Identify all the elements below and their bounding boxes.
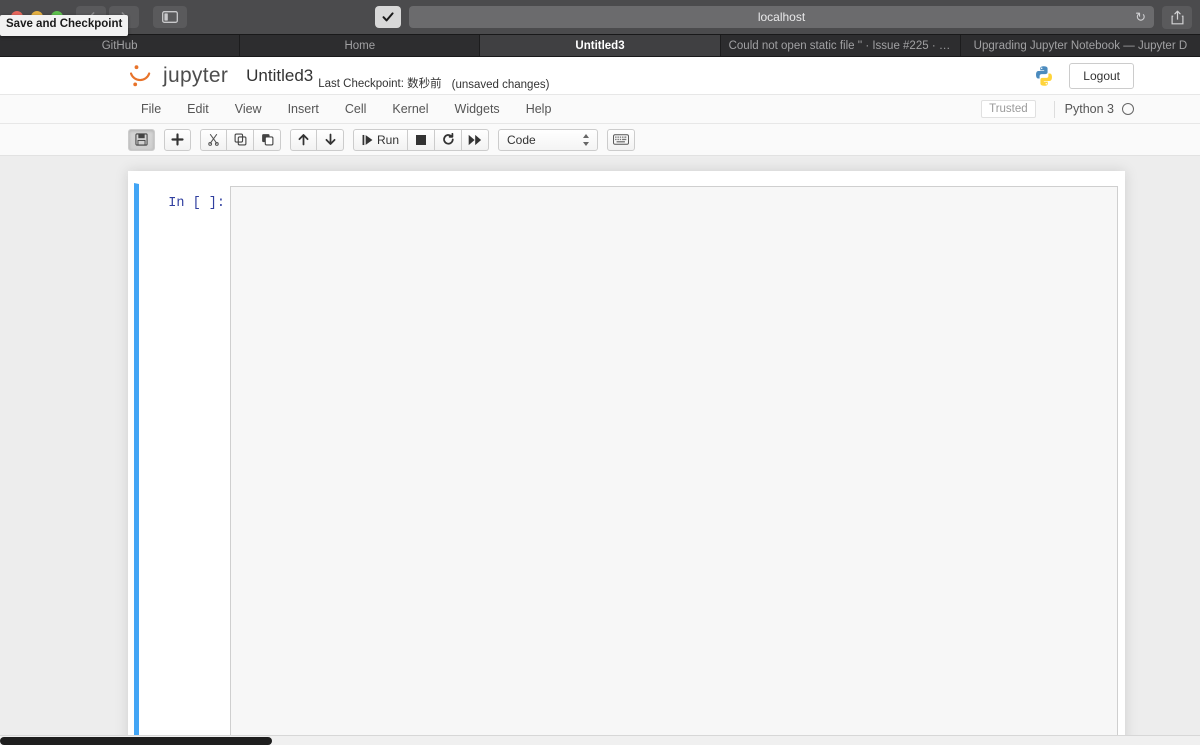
notebook-cell[interactable]: In [ ]: [134, 183, 1119, 744]
toolbar-group-save [128, 128, 155, 151]
paste-icon [261, 134, 273, 146]
fast-forward-icon [468, 134, 482, 145]
move-cell-up-button[interactable] [290, 128, 317, 151]
python-logo-icon [1036, 65, 1053, 86]
notebook-body: In [ ]: [0, 156, 1200, 745]
paste-cell-button[interactable] [254, 128, 281, 151]
menu-item-kernel[interactable]: Kernel [379, 95, 441, 124]
copy-icon [234, 133, 246, 146]
browser-toolbar: localhost ↻ Save and Checkpoint [0, 0, 1200, 36]
copy-cell-button[interactable] [227, 128, 254, 151]
restart-and-run-all-button[interactable] [462, 128, 490, 151]
arrow-up-icon [298, 134, 309, 146]
command-palette-button[interactable] [607, 128, 636, 151]
notebook-header: jupyter Untitled3 Last Checkpoint: 数秒前 (… [0, 57, 1200, 95]
cut-cell-button[interactable] [200, 128, 227, 151]
interrupt-kernel-button[interactable] [408, 128, 436, 151]
menu-item-view[interactable]: View [222, 95, 275, 124]
chevron-updown-icon [582, 133, 590, 147]
cell-type-select[interactable]: Code [498, 128, 599, 151]
browser-tab-home[interactable]: Home [240, 35, 481, 56]
modified-status-label: (unsaved changes) [451, 79, 550, 91]
save-and-checkpoint-tooltip: Save and Checkpoint [0, 15, 129, 36]
jupyter-logo-icon [129, 64, 151, 86]
tab-label: Upgrading Jupyter Notebook — Jupyter D [973, 39, 1188, 52]
tab-label: GitHub [101, 39, 138, 52]
reader-checkbox-icon [382, 12, 394, 22]
cell-type-value: Code [507, 132, 536, 147]
toolbar-group-command-palette [607, 128, 636, 151]
insert-cell-below-button[interactable] [164, 128, 191, 151]
run-button-label: Run [377, 132, 400, 147]
horizontal-scrollbar[interactable] [0, 735, 1200, 745]
toolbar-group-run: Run [353, 128, 490, 151]
cell-code-input[interactable] [230, 186, 1118, 741]
browser-tab-bar[interactable]: GitHub Home Untitled3 Could not open sta… [0, 34, 1200, 57]
move-cell-down-button[interactable] [317, 128, 344, 151]
toolbar-group-move [290, 128, 344, 151]
browser-chrome: localhost ↻ Save and Checkpoint GitHub H… [0, 0, 1200, 57]
menu-item-widgets[interactable]: Widgets [442, 95, 513, 124]
menu-item-file[interactable]: File [128, 95, 174, 124]
toolbar-group-clipboard [200, 128, 281, 151]
kernel-idle-indicator-icon [1122, 103, 1134, 115]
jupyter-logo-text: jupyter [163, 63, 229, 87]
browser-tab-untitled3[interactable]: Untitled3 [480, 35, 721, 56]
restart-circle-icon [442, 133, 454, 145]
browser-tab-github[interactable]: GitHub [0, 35, 241, 56]
tab-label: Untitled3 [575, 39, 625, 52]
jupyter-logo[interactable]: jupyter [128, 61, 228, 91]
tab-label: Could not open static file '' · Issue #2… [728, 39, 952, 52]
header-right-controls: Logout [1033, 57, 1134, 94]
run-cell-button[interactable]: Run [353, 128, 409, 151]
cell-prompt: In [ ]: [168, 196, 225, 211]
trusted-badge[interactable]: Trusted [981, 100, 1036, 118]
plus-icon [171, 133, 184, 146]
menu-item-insert[interactable]: Insert [275, 95, 332, 124]
sidebar-toggle-icon [162, 11, 178, 23]
notebook-toolbar[interactable]: Run Code [0, 124, 1200, 156]
reload-icon[interactable]: ↻ [1135, 11, 1146, 24]
scissors-icon [208, 133, 219, 146]
horizontal-scrollbar-thumb[interactable] [0, 737, 272, 745]
restart-kernel-button[interactable] [435, 128, 463, 151]
address-bar[interactable]: localhost ↻ [409, 6, 1154, 28]
browser-tab-upgrading-jupyter[interactable]: Upgrading Jupyter Notebook — Jupyter D [961, 35, 1200, 56]
notebook-name[interactable]: Untitled3 [246, 66, 313, 86]
menu-item-help[interactable]: Help [513, 95, 565, 124]
run-icon [362, 134, 373, 145]
logout-button[interactable]: Logout [1069, 62, 1134, 89]
menu-item-edit[interactable]: Edit [174, 95, 222, 124]
sidebar-toggle-button[interactable] [153, 6, 187, 28]
share-icon [1171, 10, 1183, 24]
toolbar-group-insert [164, 128, 191, 151]
address-bar-text: localhost [757, 10, 806, 24]
reader-view-button[interactable] [375, 6, 401, 28]
jupyter-notebook-page: jupyter Untitled3 Last Checkpoint: 数秒前 (… [0, 57, 1200, 745]
last-checkpoint-label: Last Checkpoint: 数秒前 [318, 78, 442, 90]
browser-tab-issue-225[interactable]: Could not open static file '' · Issue #2… [721, 35, 961, 56]
save-and-checkpoint-button[interactable] [128, 128, 155, 151]
stop-square-icon [416, 134, 427, 145]
tab-label: Home [344, 39, 376, 52]
floppy-disk-icon [135, 133, 148, 146]
keyboard-icon [613, 134, 629, 145]
share-button[interactable] [1162, 5, 1192, 29]
kernel-name-label[interactable]: Python 3 [1065, 102, 1114, 116]
menu-bar[interactable]: File Edit View Insert Cell Kernel Widget… [0, 95, 1200, 124]
menu-item-cell[interactable]: Cell [332, 95, 380, 124]
menubar-right-status: Trusted Python 3 [981, 95, 1134, 123]
arrow-down-icon [325, 133, 335, 145]
notebook-container: In [ ]: [128, 171, 1125, 745]
menubar-divider [1053, 100, 1055, 118]
